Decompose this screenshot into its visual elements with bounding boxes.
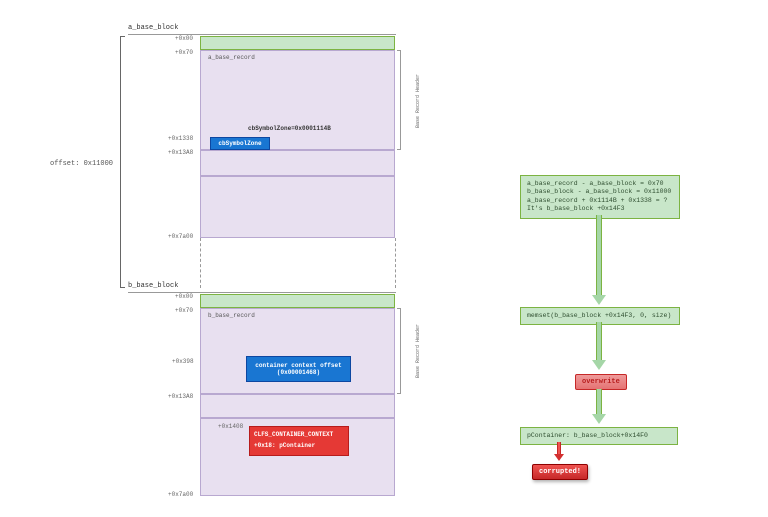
a-offset-0: +0x00 <box>175 35 193 42</box>
clfs-line2: +0x18: pContainer <box>254 442 344 449</box>
b-base-record-title: b_base_record <box>208 312 255 319</box>
container-context-line2: (0x00001468) <box>277 369 320 376</box>
b-offset-13a8: +0x13A8 <box>168 393 193 400</box>
arrow-red-corrupted <box>554 442 564 461</box>
a-offset-7a00: +0x7a00 <box>168 233 193 240</box>
b-header-label: Base Record Header <box>415 318 421 378</box>
calc-line-2: b_base_block - a_base_block = 0x11000 <box>527 188 673 196</box>
a-header-bracket <box>397 50 401 150</box>
b-offset-0: +0x00 <box>175 293 193 300</box>
calc-line-3: a_base_record + 0x1114B + 0x1338 = ? <box>527 197 673 205</box>
a-block-header-strip <box>200 36 395 50</box>
b-header-bracket <box>397 308 401 394</box>
gap-dash-right <box>395 238 396 288</box>
container-context-line1: container context offset <box>255 362 341 369</box>
cb-symbolzone-label: cbSymbolZone=0x0001114B <box>248 125 331 132</box>
a-block-title: a_base_block <box>128 24 178 32</box>
a-offset-1338: +0x1338 <box>168 135 193 142</box>
b-record-lower-1 <box>200 394 395 418</box>
clfs-line1: CLFS_CONTAINER_CONTEXT <box>254 431 344 438</box>
clfs-container-context-box: CLFS_CONTAINER_CONTEXT +0x18: pContainer <box>249 426 349 456</box>
corrupted-pill: corrupted! <box>532 464 588 480</box>
b-offset-398: +0x398 <box>172 358 194 365</box>
gap-dash-left <box>200 238 201 288</box>
b-block-title-underline <box>128 292 396 293</box>
b-offset-7a00: +0x7a00 <box>168 491 193 498</box>
b-offset-70: +0x70 <box>175 307 193 314</box>
a-offset-13a8: +0x13A8 <box>168 149 193 156</box>
b-offset-1408: +0x1408 <box>218 423 243 430</box>
b-block-header-strip <box>200 294 395 308</box>
pcontainer-box: pContainer: b_base_block+0x14F0 <box>520 427 678 445</box>
calc-line-4: It's b_base_block +0x14F3 <box>527 205 673 213</box>
a-header-label: Base Record Header <box>415 68 421 128</box>
b-block-title: b_base_block <box>128 282 178 290</box>
arrow-overwrite-to-pcontainer <box>592 389 606 424</box>
arrow-memset-to-overwrite <box>592 322 606 370</box>
arrow-calc-to-memset <box>592 215 606 305</box>
overwrite-pill: overwrite <box>575 374 627 390</box>
a-record-lower-2 <box>200 176 395 238</box>
offset-bracket <box>120 36 125 288</box>
a-offset-70: +0x70 <box>175 49 193 56</box>
a-base-record-box <box>200 50 395 150</box>
a-base-record-title: a_base_record <box>208 54 255 61</box>
offset-0x11000-label: offset: 0x11000 <box>50 160 113 168</box>
calculation-box: a_base_record - a_base_block = 0x70 b_ba… <box>520 175 680 219</box>
cb-symbolzone-box: cbSymbolZone <box>210 137 270 150</box>
calc-line-1: a_base_record - a_base_block = 0x70 <box>527 180 673 188</box>
a-block-title-underline <box>128 34 396 35</box>
a-record-lower-1 <box>200 150 395 176</box>
container-context-box: container context offset (0x00001468) <box>246 356 351 382</box>
